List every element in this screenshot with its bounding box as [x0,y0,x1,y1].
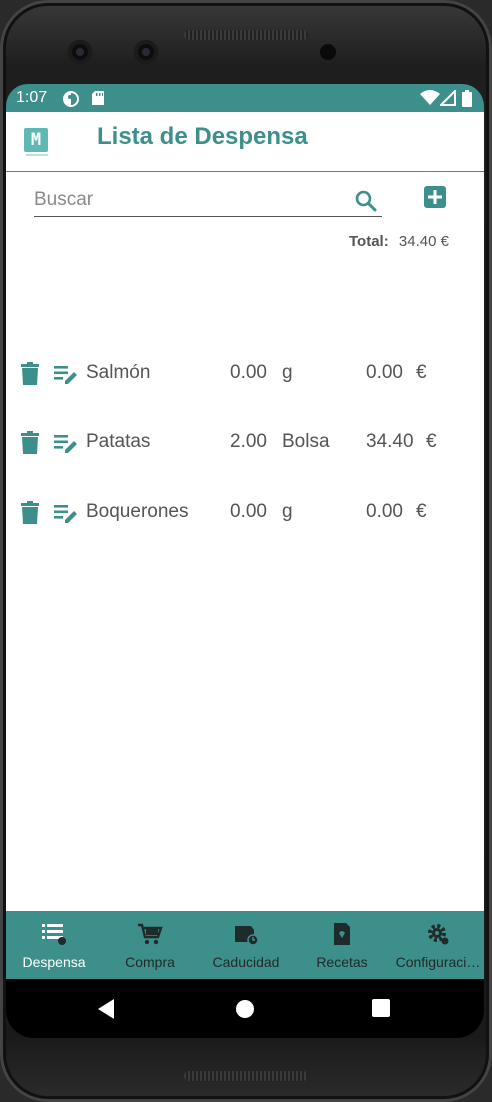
speaker-grille [184,1071,308,1081]
app-content: M Lista de Despensa Total: 34.40 € [6,112,484,911]
search-icon[interactable] [354,189,378,213]
edit-icon[interactable] [54,503,80,525]
recents-icon[interactable] [372,999,390,1017]
item-quantity: 0.00 [230,362,267,383]
delete-icon[interactable] [20,431,40,455]
item-unit: Bolsa [282,431,330,452]
expiry-icon [235,926,259,946]
home-icon[interactable] [235,999,255,1019]
item-quantity: 2.00 [230,431,267,452]
sd-card-icon [92,91,104,105]
nav-label: Caducidad [212,954,280,970]
wifi-icon [420,90,440,105]
item-unit: g [282,501,293,522]
system-navigation-bar [6,979,484,1038]
earpiece [184,30,308,40]
cart-icon [138,923,163,945]
nav-label: Recetas [316,954,368,970]
delete-icon[interactable] [20,501,40,525]
screen: 1:07 M Lista de Despensa Buscar Total: 3… [6,84,484,1038]
item-currency: € [416,501,427,522]
notification-icon [63,91,79,107]
signal-icon [440,90,456,106]
nav-recetas[interactable]: Recetas [294,911,390,979]
total-label: Total: [349,233,389,250]
status-time: 1:07 [16,89,48,106]
list-item: Patatas 2.00 Bolsa 34.40 € [6,425,484,465]
front-camera-icon [68,40,92,64]
search-field[interactable] [34,186,382,217]
item-currency: € [426,431,437,452]
phone-frame: 1:07 M Lista de Despensa Buscar Total: 3… [0,0,492,1102]
front-camera-icon [134,40,158,64]
list-icon [42,924,66,945]
item-price: 34.40 [366,431,414,452]
proximity-sensor [320,44,336,60]
edit-icon[interactable] [54,364,80,386]
nav-compra[interactable]: Compra [102,911,198,979]
edit-icon[interactable] [54,433,80,455]
total-value: 34.40 € [398,233,449,250]
delete-icon[interactable] [20,362,40,386]
nav-label: Despensa [22,954,86,970]
item-currency: € [416,362,427,383]
item-name: Salmón [86,362,151,383]
bottom-navigation: Despensa Compra Caducidad Recetas Config… [6,911,484,979]
nav-despensa[interactable]: Despensa [6,911,102,979]
nav-label: Compra [125,954,175,970]
recipe-icon [334,923,350,945]
back-icon[interactable] [96,998,116,1020]
settings-icon [428,924,449,945]
status-bar: 1:07 [6,84,484,112]
nav-configuracion[interactable]: Configuraci… [390,911,484,979]
list-item: Salmón 0.00 g 0.00 € [6,356,484,396]
total-summary: Total: 34.40 € [349,233,449,250]
item-price: 0.00 [366,362,403,383]
item-name: Patatas [86,431,151,452]
add-item-icon[interactable] [424,186,446,208]
item-unit: g [282,362,293,383]
nav-label: Configuraci… [395,954,481,970]
app-logo-underline [26,154,48,156]
app-logo: M [24,128,48,152]
item-name: Boquerones [86,501,189,522]
page-title: Lista de Despensa [97,123,308,150]
battery-icon [462,90,472,107]
search-input[interactable] [34,186,334,214]
item-quantity: 0.00 [230,501,267,522]
list-item: Boquerones 0.00 g 0.00 € [6,495,484,535]
app-bar: M Lista de Despensa [6,112,484,172]
item-price: 0.00 [366,501,403,522]
nav-caducidad[interactable]: Caducidad [198,911,294,979]
